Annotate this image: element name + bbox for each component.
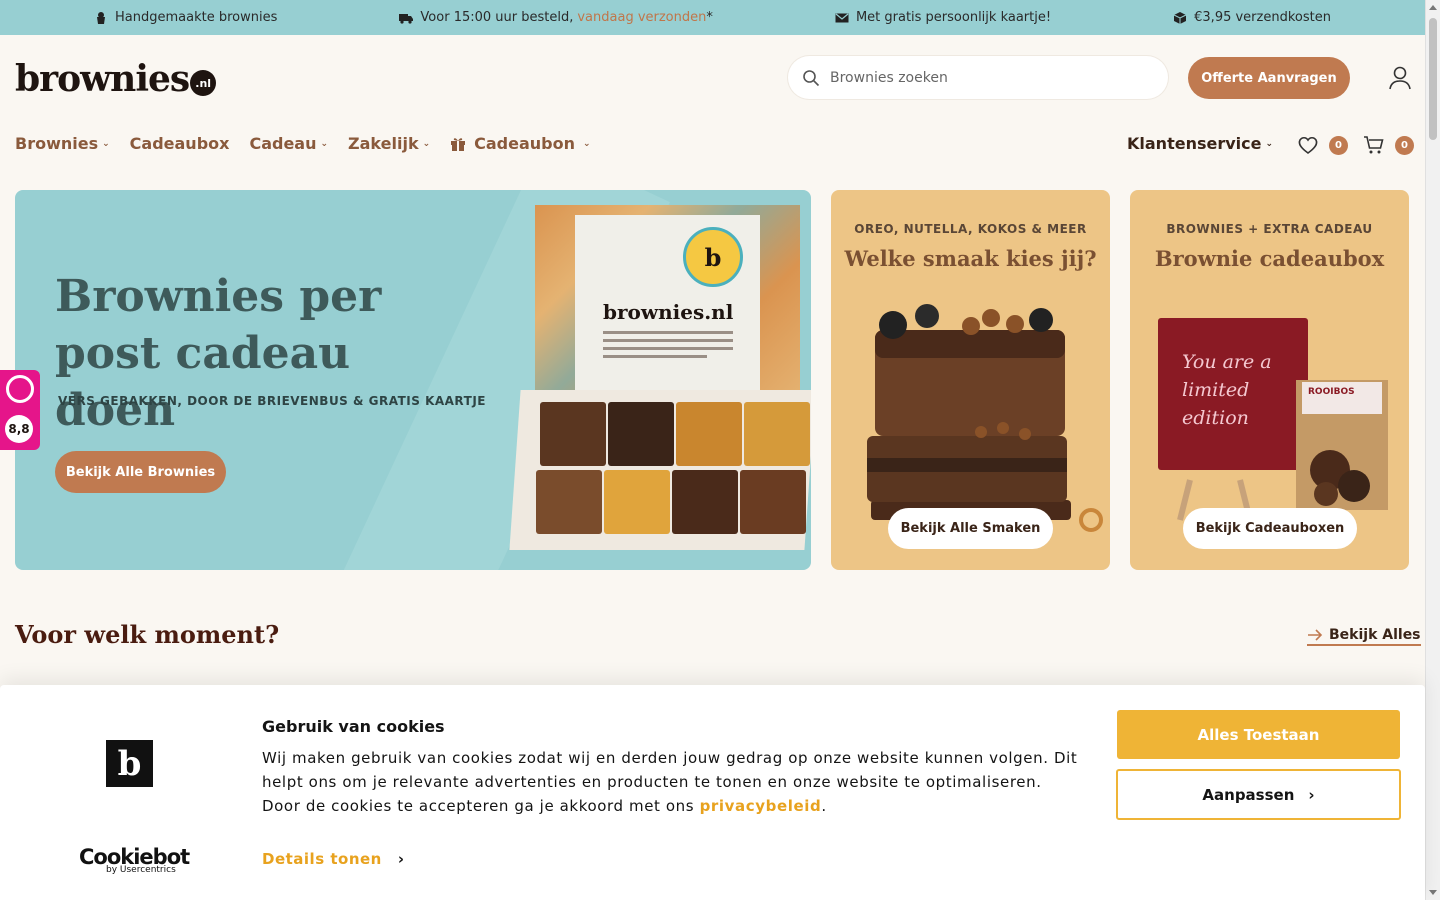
nav-customer-service[interactable]: Klantenservice ⌄ bbox=[1127, 134, 1273, 153]
nav-item-cadeau[interactable]: Cadeau ⌄ bbox=[249, 134, 328, 153]
box-brand: brownies.nl bbox=[603, 300, 734, 324]
cart-icon bbox=[1364, 136, 1384, 154]
usp-card-text: Met gratis persoonlijk kaartje! bbox=[855, 10, 1052, 25]
usp-handmade: Handgemaakte brownies bbox=[94, 10, 277, 25]
cookie-title: Gebruik van cookies bbox=[262, 717, 445, 736]
gift-card-text: You are a limited edition bbox=[1182, 351, 1272, 429]
logo-text: brownies bbox=[15, 58, 190, 100]
cookie-body: Wij maken gebruik van cookies zodat wij … bbox=[262, 749, 1078, 815]
rating-score: 8,8 bbox=[5, 415, 33, 443]
search-icon bbox=[803, 69, 820, 86]
brand-logo-icon: b bbox=[106, 740, 153, 787]
chevron-down-icon: ⌄ bbox=[1265, 138, 1274, 149]
gift-icon bbox=[451, 137, 466, 151]
main-nav: Brownies ⌄ Cadeaubox Cadeau ⌄ Zakelijk ⌄ Ca… bbox=[15, 134, 591, 153]
brownie-box-image: b brownies.nl bbox=[535, 205, 800, 400]
cookiebot-byline: by Usercentrics bbox=[106, 865, 176, 875]
view-giftboxes-button[interactable]: Bekijk Cadeauboxen bbox=[1183, 508, 1357, 549]
search-bar[interactable] bbox=[788, 56, 1168, 99]
usp-shipping-highlight: vandaag verzonden bbox=[577, 10, 707, 25]
arrow-right-icon bbox=[1308, 629, 1323, 641]
chevron-right-icon: › bbox=[397, 850, 405, 868]
chevron-down-icon: ⌄ bbox=[320, 138, 329, 149]
envelope-icon bbox=[835, 13, 849, 22]
nav-item-label: Cadeaubon bbox=[474, 134, 576, 153]
nav-item-cadeaubox[interactable]: Cadeaubox bbox=[130, 134, 230, 153]
wishlist-count-badge: 0 bbox=[1329, 135, 1348, 155]
nav-item-label: Zakelijk bbox=[348, 134, 419, 153]
service-label: Klantenservice bbox=[1127, 134, 1262, 153]
privacy-policy-link[interactable]: privacybeleid bbox=[700, 797, 822, 815]
truck-icon bbox=[399, 13, 414, 24]
brownie-tile bbox=[608, 402, 674, 466]
search-input[interactable] bbox=[830, 69, 1130, 86]
allow-all-button[interactable]: Alles Toestaan bbox=[1117, 710, 1400, 759]
scroll-down-icon[interactable] bbox=[1429, 890, 1437, 895]
box-text-lines bbox=[603, 331, 733, 363]
usp-shipping-pre: Voor 15:00 uur besteld, bbox=[420, 10, 574, 25]
scroll-up-icon[interactable] bbox=[1429, 5, 1437, 10]
checkmark-icon bbox=[6, 375, 34, 403]
usp-cost: €3,95 verzendkosten bbox=[1173, 10, 1331, 25]
page-scrollbar[interactable] bbox=[1425, 0, 1440, 900]
cart-link[interactable]: 0 bbox=[1363, 134, 1414, 156]
cookie-text: Wij maken gebruik van cookies zodat wij … bbox=[262, 746, 1082, 818]
nav-item-label: Cadeaubox bbox=[129, 134, 230, 153]
customize-button[interactable]: Aanpassen › bbox=[1116, 769, 1401, 820]
brownie-tile bbox=[676, 402, 742, 466]
chevron-right-icon: › bbox=[1308, 785, 1315, 804]
tea-bag-label: ROOIBOS bbox=[1308, 387, 1355, 397]
nav-item-zakelijk[interactable]: Zakelijk ⌄ bbox=[348, 134, 430, 153]
show-details-label: Details tonen bbox=[262, 850, 382, 868]
cart-count-badge: 0 bbox=[1395, 135, 1414, 155]
wishlist-link[interactable]: 0 bbox=[1297, 134, 1348, 156]
cupcake-icon bbox=[97, 11, 105, 24]
flavours-card[interactable]: OREO, NUTELLA, KOKOS & MEER Welke smaak … bbox=[831, 190, 1110, 570]
box-seal: b bbox=[683, 227, 743, 287]
account-icon[interactable] bbox=[1388, 65, 1412, 91]
cookie-text-end: . bbox=[821, 797, 827, 815]
brownie-tile bbox=[672, 470, 738, 534]
brownie-tile bbox=[744, 402, 810, 466]
nav-item-label: Cadeau bbox=[249, 134, 317, 153]
view-all-brownies-button[interactable]: Bekijk Alle Brownies bbox=[55, 451, 226, 493]
nav-item-brownies[interactable]: Brownies ⌄ bbox=[15, 134, 110, 153]
customize-label: Aanpassen bbox=[1202, 785, 1295, 804]
brownie-tile bbox=[740, 470, 806, 534]
brownie-tile bbox=[536, 470, 602, 534]
package-icon bbox=[1173, 11, 1187, 24]
hero-banner[interactable]: Brownies per post cadeau doen VERS GEBAK… bbox=[15, 190, 811, 570]
see-all-label: Bekijk Alles bbox=[1329, 627, 1421, 643]
usp-card: Met gratis persoonlijk kaartje! bbox=[835, 10, 1051, 25]
section-title: Voor welk moment? bbox=[15, 620, 280, 649]
site-logo[interactable]: brownies .nl bbox=[15, 58, 217, 100]
rating-widget[interactable]: 8,8 bbox=[0, 370, 40, 450]
cookie-banner: b Cookiebot by Usercentrics Gebruik van … bbox=[0, 685, 1425, 900]
hero-subtitle: VERS GEBAKKEN, DOOR DE BRIEVENBUS & GRAT… bbox=[58, 394, 486, 408]
show-details-link[interactable]: Details tonen › bbox=[262, 850, 405, 868]
brownie-tile bbox=[604, 470, 670, 534]
scroll-thumb[interactable] bbox=[1429, 18, 1437, 140]
usp-shipping: Voor 15:00 uur besteld, vandaag verzonde… bbox=[399, 10, 713, 25]
usp-bar: Handgemaakte brownies Voor 15:00 uur bes… bbox=[0, 0, 1425, 35]
chevron-down-icon: ⌄ bbox=[583, 138, 591, 149]
nav-item-label: Brownies bbox=[15, 134, 99, 153]
heart-icon bbox=[1298, 136, 1318, 154]
usp-cost-text: €3,95 verzendkosten bbox=[1194, 10, 1331, 25]
hero-title: Brownies per post cadeau doen bbox=[55, 271, 382, 436]
logo-suffix: .nl bbox=[190, 70, 217, 96]
giftbox-card[interactable]: BROWNIES + EXTRA CADEAU Brownie cadeaubo… bbox=[1130, 190, 1409, 570]
see-all-link[interactable]: Bekijk Alles bbox=[1307, 627, 1421, 646]
view-flavours-button[interactable]: Bekijk Alle Smaken bbox=[888, 508, 1053, 549]
chevron-down-icon: ⌄ bbox=[102, 138, 110, 149]
usp-shipping-asterisk: * bbox=[706, 10, 713, 25]
nav-item-cadeaubon[interactable]: Cadeaubon ⌄ bbox=[450, 134, 591, 153]
usp-handmade-text: Handgemaakte brownies bbox=[115, 10, 278, 25]
chevron-down-icon: ⌄ bbox=[422, 138, 431, 149]
offerte-button[interactable]: Offerte Aanvragen bbox=[1188, 57, 1350, 99]
brownie-tile bbox=[540, 402, 606, 466]
